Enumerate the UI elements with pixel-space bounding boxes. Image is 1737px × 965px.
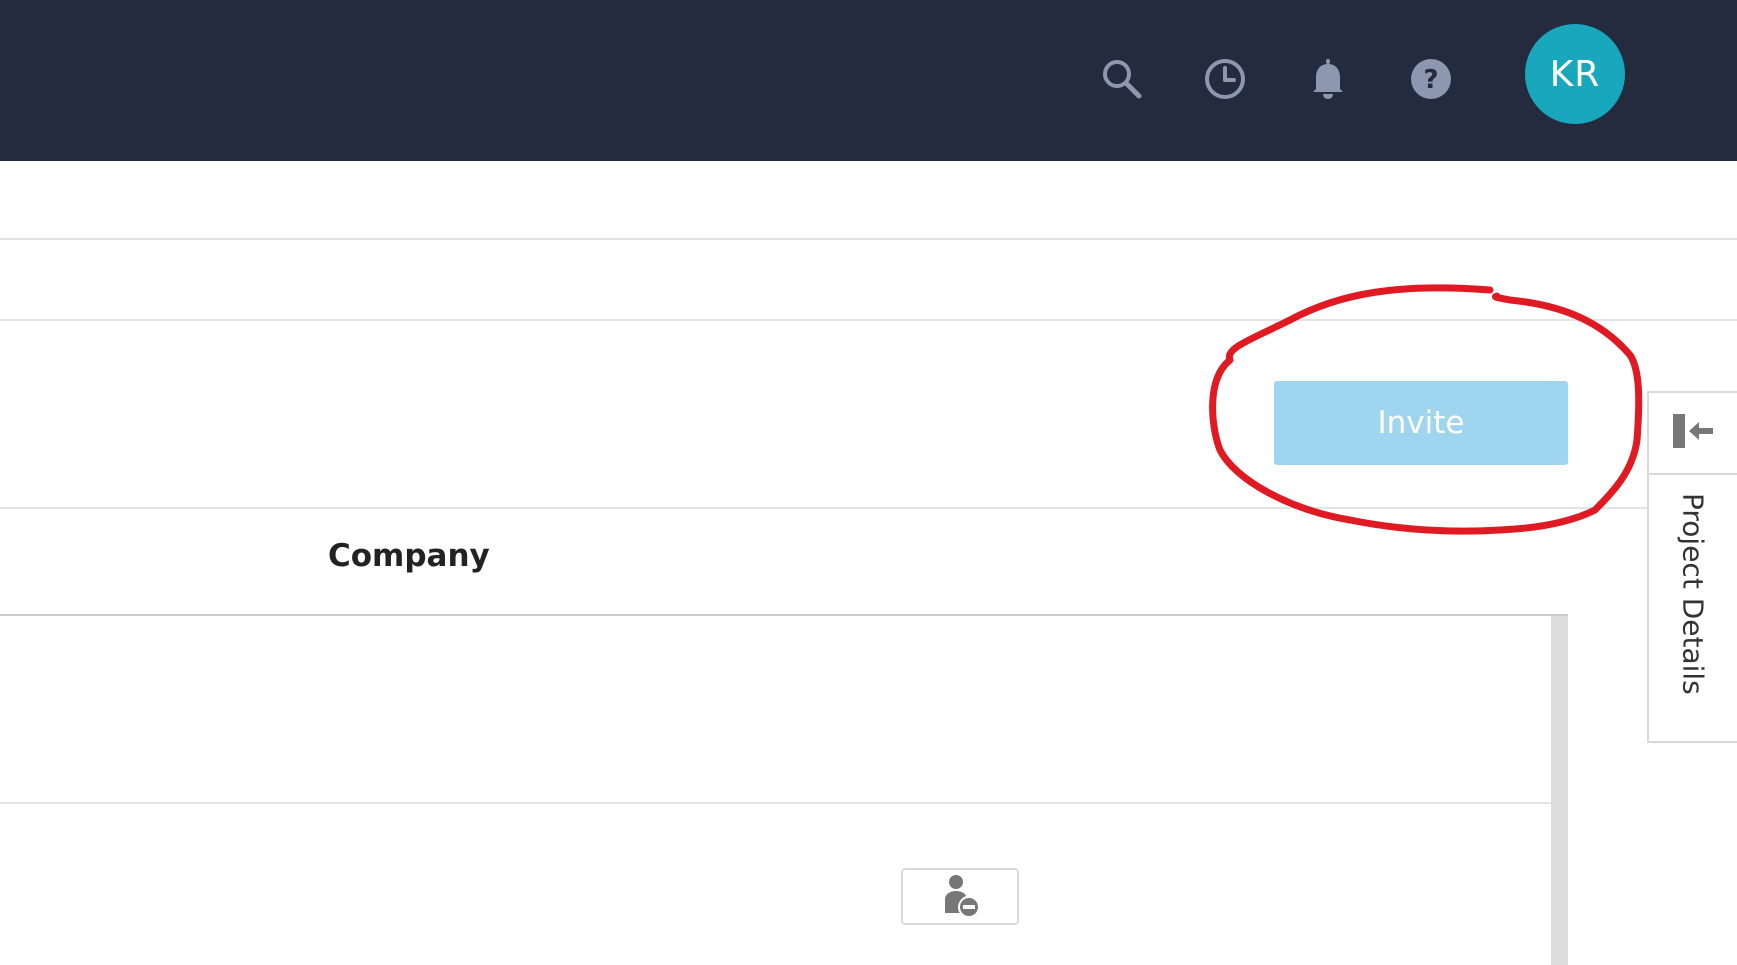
bell-icon[interactable] — [1305, 56, 1351, 102]
project-details-panel: Project Details — [1647, 391, 1737, 743]
column-header-company[interactable]: Company — [328, 538, 490, 574]
tab-project-details[interactable]: Project Details — [1649, 475, 1737, 743]
help-icon[interactable]: ? — [1408, 56, 1454, 102]
table-header-border — [0, 614, 1568, 616]
search-icon[interactable] — [1099, 56, 1145, 102]
invite-button[interactable]: Invite — [1274, 381, 1568, 465]
clock-icon[interactable] — [1202, 56, 1248, 102]
divider — [0, 238, 1737, 240]
remove-user-icon — [940, 873, 980, 921]
divider — [0, 507, 1647, 509]
remove-user-button[interactable] — [901, 868, 1019, 925]
user-avatar[interactable]: KR — [1525, 24, 1625, 124]
collapse-panel-icon — [1671, 411, 1715, 455]
panel-toggle-button[interactable] — [1649, 393, 1737, 475]
divider — [0, 319, 1737, 321]
table-row-divider — [0, 802, 1551, 804]
svg-text:?: ? — [1423, 65, 1438, 95]
table-scrollbar[interactable] — [1551, 616, 1568, 965]
app-root: ? KR Invite Company Project Details — [0, 0, 1737, 965]
top-nav-bar: ? KR — [0, 0, 1737, 161]
tab-project-details-label: Project Details — [1676, 493, 1710, 695]
